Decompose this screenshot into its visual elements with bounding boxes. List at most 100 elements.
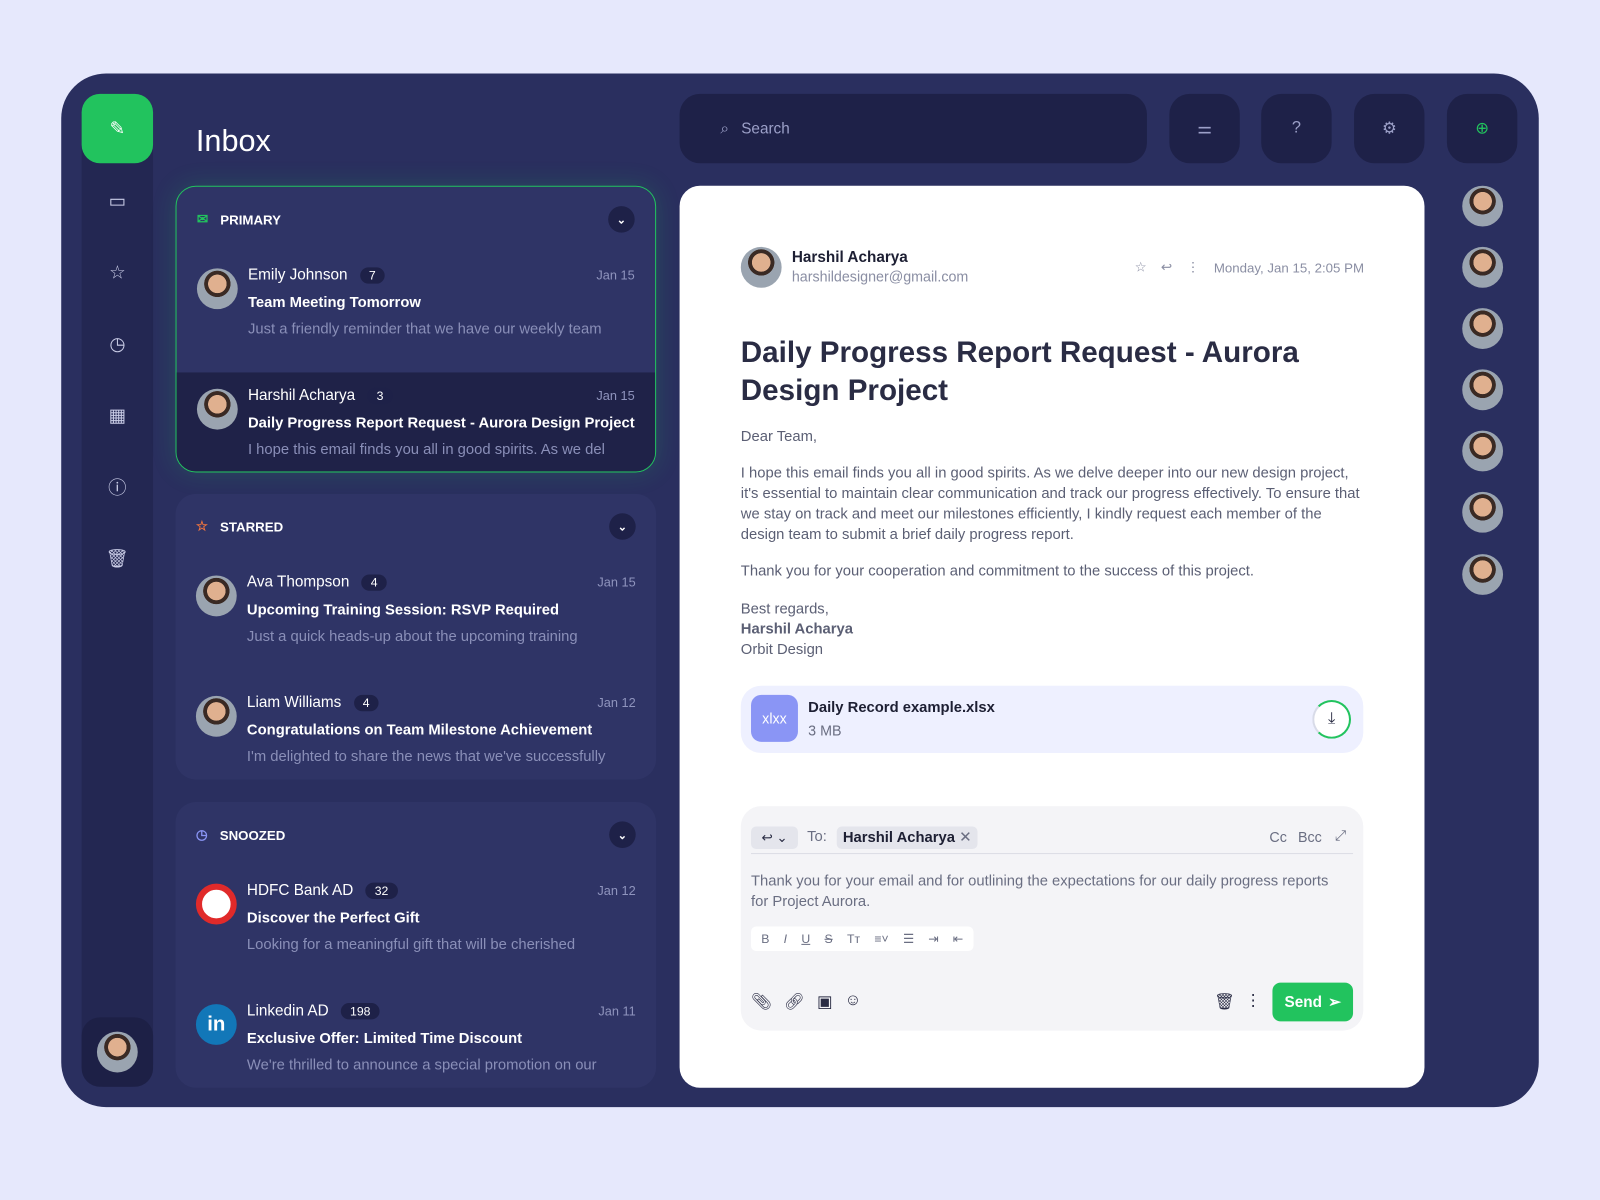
cc-button[interactable]: Cc	[1269, 829, 1286, 845]
signature-company: Orbit Design	[740, 641, 824, 659]
profile-button[interactable]	[81, 1017, 154, 1087]
help-button[interactable]: ?	[1261, 93, 1332, 164]
date: Jan 15	[597, 575, 636, 590]
text-size-button[interactable]: Tт	[847, 932, 860, 946]
list-item[interactable]: Liam Williams 4 Jan 12 Congratulations on T…	[176, 680, 657, 780]
link-icon[interactable]: 🔗︎	[784, 992, 805, 1012]
download-icon[interactable]: ⤓	[1312, 699, 1352, 739]
reply-icon[interactable]: ↩	[1161, 259, 1172, 275]
contact-avatar[interactable]	[1462, 491, 1504, 533]
list-item[interactable]: HDFC Bank AD 32 Jan 12 Discover the Perfect…	[176, 867, 657, 987]
expand-icon[interactable]: ⤢	[1335, 827, 1346, 844]
avatar	[195, 575, 237, 617]
compose-button[interactable]: ✎	[81, 93, 154, 164]
bcc-button[interactable]: Bcc	[1298, 829, 1322, 845]
subject: Daily Progress Report Request - Aurora D…	[247, 415, 635, 432]
more-icon[interactable]: ⋮	[1245, 991, 1261, 1011]
preview: I hope this email finds you all in good …	[247, 441, 605, 459]
reply-composer: ↩ ⌄ To: Harshil Acharya ✕ Cc Bcc ⤢ Thank…	[740, 806, 1364, 1031]
search-input[interactable]: ⌕ Search	[679, 93, 1147, 164]
chevron-down-icon[interactable]: ⌄	[609, 821, 636, 848]
subject: Team Meeting Tomorrow	[247, 294, 421, 312]
attachment-name: Daily Record example.xlsx	[808, 699, 995, 717]
clock-icon[interactable]: ◷	[82, 308, 153, 379]
list-item[interactable]: Emily Johnson 7 Jan 15 Team Meeting Tomorro…	[177, 252, 656, 372]
contact-avatar[interactable]	[1462, 185, 1504, 227]
strikethrough-button[interactable]: S	[825, 932, 833, 946]
star-icon: ☆	[195, 518, 208, 534]
list-item[interactable]: Harshil Acharya 3 Jan 15 Daily Progress Rep…	[176, 372, 656, 472]
avatar	[195, 695, 237, 737]
star-icon[interactable]: ☆	[82, 237, 153, 308]
email-view: Harshil Acharya harshildesigner@gmail.co…	[679, 185, 1425, 1088]
attachment-size: 3 MB	[808, 722, 842, 739]
sender-name: Harshil Acharya	[791, 248, 908, 267]
avatar	[196, 388, 238, 430]
inbox-icon[interactable]: ▭	[82, 165, 153, 236]
underline-button[interactable]: U	[801, 932, 810, 946]
date: Jan 11	[598, 1004, 636, 1019]
divider	[751, 853, 1354, 855]
add-button[interactable]: ⊕	[1446, 93, 1518, 164]
italic-button[interactable]: I	[784, 932, 787, 946]
calendar-icon[interactable]: ▦	[82, 380, 153, 451]
trash-icon[interactable]: 🗑	[82, 522, 153, 593]
align-dropdown[interactable]: ≡˅	[874, 932, 888, 946]
contact-avatar[interactable]	[1462, 430, 1504, 472]
signoff: Best regards,	[740, 601, 829, 618]
trash-icon[interactable]: 🗑︎	[1214, 992, 1235, 1012]
search-placeholder: Search	[741, 119, 790, 138]
contact-avatar[interactable]	[1462, 554, 1504, 595]
recipient-chip[interactable]: Harshil Acharya ✕	[836, 826, 978, 849]
mail-subject: Daily Progress Report Request - Aurora D…	[740, 336, 1299, 408]
indent-button[interactable]: ⇥	[928, 932, 938, 946]
format-toolbar: B I U S Tт ≡˅ ☰ ⇥ ⇤	[751, 926, 974, 952]
section-primary: ✉ PRIMARY ⌄ Emily Johnson 7 Jan 15 Team Meeti…	[175, 185, 657, 473]
sender-name: HDFC Bank AD	[246, 881, 354, 899]
mail-datetime: Monday, Jan 15, 2:05 PM	[1213, 259, 1365, 275]
subject: Exclusive Offer: Limited Time Discount	[246, 1030, 523, 1047]
star-icon[interactable]: ☆	[1135, 259, 1147, 275]
emoji-icon[interactable]: ☺	[845, 992, 862, 1012]
list-item[interactable]: Ava Thompson 4 Jan 15 Upcoming Training Ses…	[176, 559, 657, 679]
image-icon[interactable]: ▣	[817, 992, 832, 1012]
attachment[interactable]: xlxx Daily Record example.xlsx 3 MB ⤓	[740, 685, 1364, 754]
paperclip-icon[interactable]: 📎︎	[751, 992, 772, 1012]
bold-button[interactable]: B	[761, 932, 769, 946]
count-badge: 4	[353, 694, 379, 712]
list-item[interactable]: in Linkedin AD 198 Jan 11 Exclusive Offer: L…	[176, 988, 657, 1088]
close-icon[interactable]: ✕	[959, 830, 971, 846]
signature-name: Harshil Acharya	[740, 621, 853, 638]
more-icon[interactable]: ⋮	[1186, 259, 1199, 275]
gear-icon: ⚙	[1381, 120, 1397, 138]
preview: Looking for a meaningful gift that will …	[246, 936, 576, 954]
sender-name: Liam Williams	[246, 693, 342, 712]
to-label: To:	[807, 828, 827, 845]
list-button[interactable]: ☰	[903, 932, 914, 946]
outdent-button[interactable]: ⇤	[953, 932, 963, 946]
contact-avatar[interactable]	[1462, 246, 1504, 288]
subject: Congratulations on Team Milestone Achiev…	[246, 722, 593, 739]
mail-actions: ☆ ↩ ⋮ Monday, Jan 15, 2:05 PM	[1135, 259, 1364, 275]
page-title: Inbox	[195, 124, 271, 159]
send-button[interactable]: Send ➢	[1272, 982, 1354, 1022]
date: Jan 15	[596, 268, 635, 283]
reply-type-dropdown[interactable]: ↩ ⌄	[751, 826, 798, 849]
pencil-icon: ✎	[109, 117, 126, 139]
preview: I'm delighted to share the news that we'…	[246, 748, 606, 766]
sender-name: Linkedin AD	[246, 1002, 329, 1020]
contact-avatar[interactable]	[1462, 308, 1504, 349]
count-badge: 7	[359, 267, 385, 284]
filter-button[interactable]: ⚌	[1169, 93, 1240, 164]
date: Jan 12	[597, 883, 636, 898]
alert-icon[interactable]: ⓘ	[82, 451, 153, 522]
contact-avatar[interactable]	[1462, 369, 1504, 411]
section-label: STARRED	[220, 518, 284, 535]
count-badge: 4	[361, 574, 387, 591]
preview: We're thrilled to announce a special pro…	[246, 1057, 597, 1074]
reply-body-input[interactable]: Thank you for your email and for outlini…	[751, 871, 1343, 912]
chevron-down-icon[interactable]: ⌄	[609, 513, 636, 540]
subject: Discover the Perfect Gift	[246, 910, 420, 927]
settings-button[interactable]: ⚙	[1354, 93, 1425, 164]
chevron-down-icon[interactable]: ⌄	[608, 206, 635, 233]
